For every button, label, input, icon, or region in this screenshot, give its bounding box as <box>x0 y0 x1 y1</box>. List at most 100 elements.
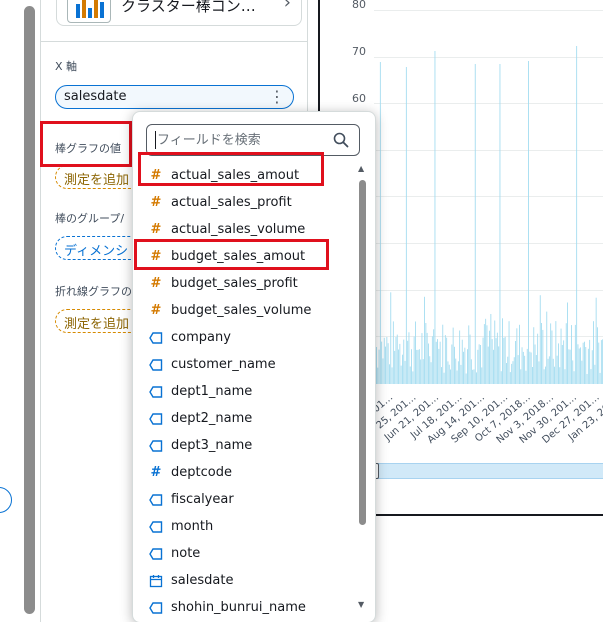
bar <box>473 369 475 384</box>
field-item[interactable]: salesdate <box>133 567 355 594</box>
bar <box>387 343 389 384</box>
bar <box>517 355 519 384</box>
bar <box>434 51 436 384</box>
field-item[interactable]: # budget_sales_profit <box>133 270 355 297</box>
bar <box>428 343 429 384</box>
bar <box>545 366 546 384</box>
bar <box>420 359 422 384</box>
field-item[interactable]: customer_name <box>133 351 355 378</box>
bar <box>561 345 563 384</box>
bar <box>451 344 453 384</box>
measure-hash-icon: # <box>150 221 162 237</box>
search-icon[interactable] <box>333 132 349 148</box>
bar <box>534 344 536 384</box>
bar <box>435 341 437 384</box>
bar <box>548 356 550 384</box>
bar <box>515 341 516 384</box>
x-axis-field-pill[interactable]: salesdate ⋮ <box>55 85 294 109</box>
range-slider[interactable] <box>374 463 603 479</box>
bar <box>511 363 513 384</box>
bar <box>520 369 522 384</box>
dimension-tag-icon <box>149 547 163 561</box>
bar <box>426 332 428 384</box>
bar <box>506 363 507 384</box>
bar <box>464 347 466 384</box>
bar <box>538 361 540 384</box>
bar <box>509 372 511 384</box>
bar <box>431 336 433 384</box>
field-item-label: actual_sales_profit <box>171 195 292 210</box>
bar <box>446 337 448 384</box>
bar <box>411 349 412 384</box>
bar <box>470 359 472 384</box>
field-item[interactable]: shohin_bunrui_name <box>133 594 355 621</box>
bar <box>429 356 431 384</box>
bar <box>441 367 442 384</box>
bar <box>461 339 463 384</box>
bar <box>524 355 526 384</box>
bar <box>594 364 596 384</box>
scroll-up-arrow-icon[interactable]: ▲ <box>358 164 364 173</box>
bar <box>529 351 531 384</box>
more-options-icon[interactable]: ⋮ <box>269 87 285 106</box>
bar <box>379 62 381 384</box>
bar <box>404 360 406 384</box>
field-item[interactable]: # deptcode <box>133 459 355 486</box>
bar <box>394 350 396 384</box>
field-item[interactable]: # actual_sales_profit <box>133 189 355 216</box>
dimension-tag-icon <box>149 601 163 615</box>
dropdown-scrollbar[interactable]: ▲ ▼ <box>358 164 367 614</box>
bar <box>582 342 584 384</box>
bar <box>472 369 474 384</box>
bar <box>541 323 542 384</box>
bar <box>392 321 394 384</box>
bar <box>547 358 549 384</box>
field-item[interactable]: dept1_name <box>133 378 355 405</box>
field-item[interactable]: company <box>133 324 355 351</box>
field-item[interactable]: # budget_sales_volume <box>133 297 355 324</box>
field-item[interactable]: note <box>133 540 355 567</box>
bar <box>409 366 411 384</box>
bar <box>543 369 545 384</box>
bar <box>598 342 600 384</box>
bar <box>525 370 527 384</box>
field-search-input[interactable] <box>157 129 327 151</box>
field-item[interactable]: dept3_name <box>133 432 355 459</box>
bar <box>507 356 509 384</box>
field-item[interactable]: dept2_name <box>133 405 355 432</box>
field-item-label: actual_sales_volume <box>171 222 306 237</box>
dropdown-scroll-thumb[interactable] <box>359 180 366 525</box>
bar <box>407 340 409 384</box>
bar <box>532 367 533 384</box>
bar <box>448 364 450 384</box>
bar <box>416 349 418 384</box>
bar <box>452 327 454 384</box>
measure-hash-icon: # <box>150 302 162 318</box>
bar <box>574 324 576 384</box>
field-item[interactable]: fiscalyear <box>133 486 355 513</box>
field-item-label: shohin_bunrui_name <box>171 600 306 615</box>
visual-type-selector[interactable]: クラスター棒コン… › <box>56 0 302 26</box>
bar <box>578 348 580 384</box>
bar <box>587 348 589 384</box>
field-item-label: dept2_name <box>171 411 253 426</box>
bar <box>568 349 570 384</box>
bar <box>567 302 568 384</box>
field-dropdown: #actual_sales_amout #actual_sales_profit… <box>132 111 376 622</box>
bar <box>454 346 455 384</box>
field-item-label: budget_sales_profit <box>171 276 298 291</box>
dimension-tag-icon <box>149 358 163 372</box>
bar <box>478 344 480 384</box>
bar <box>481 367 483 384</box>
field-item[interactable]: month <box>133 513 355 540</box>
bar <box>477 349 479 384</box>
bar <box>474 64 476 384</box>
left-scrollbar[interactable] <box>24 6 35 614</box>
scroll-down-arrow-icon[interactable]: ▼ <box>358 600 364 609</box>
bar <box>447 361 449 384</box>
bar <box>519 324 520 384</box>
field-item-label: dept1_name <box>171 384 253 399</box>
line-values-label: 折れ線グラフの <box>55 285 132 298</box>
bar <box>508 321 510 384</box>
bar <box>400 365 402 384</box>
